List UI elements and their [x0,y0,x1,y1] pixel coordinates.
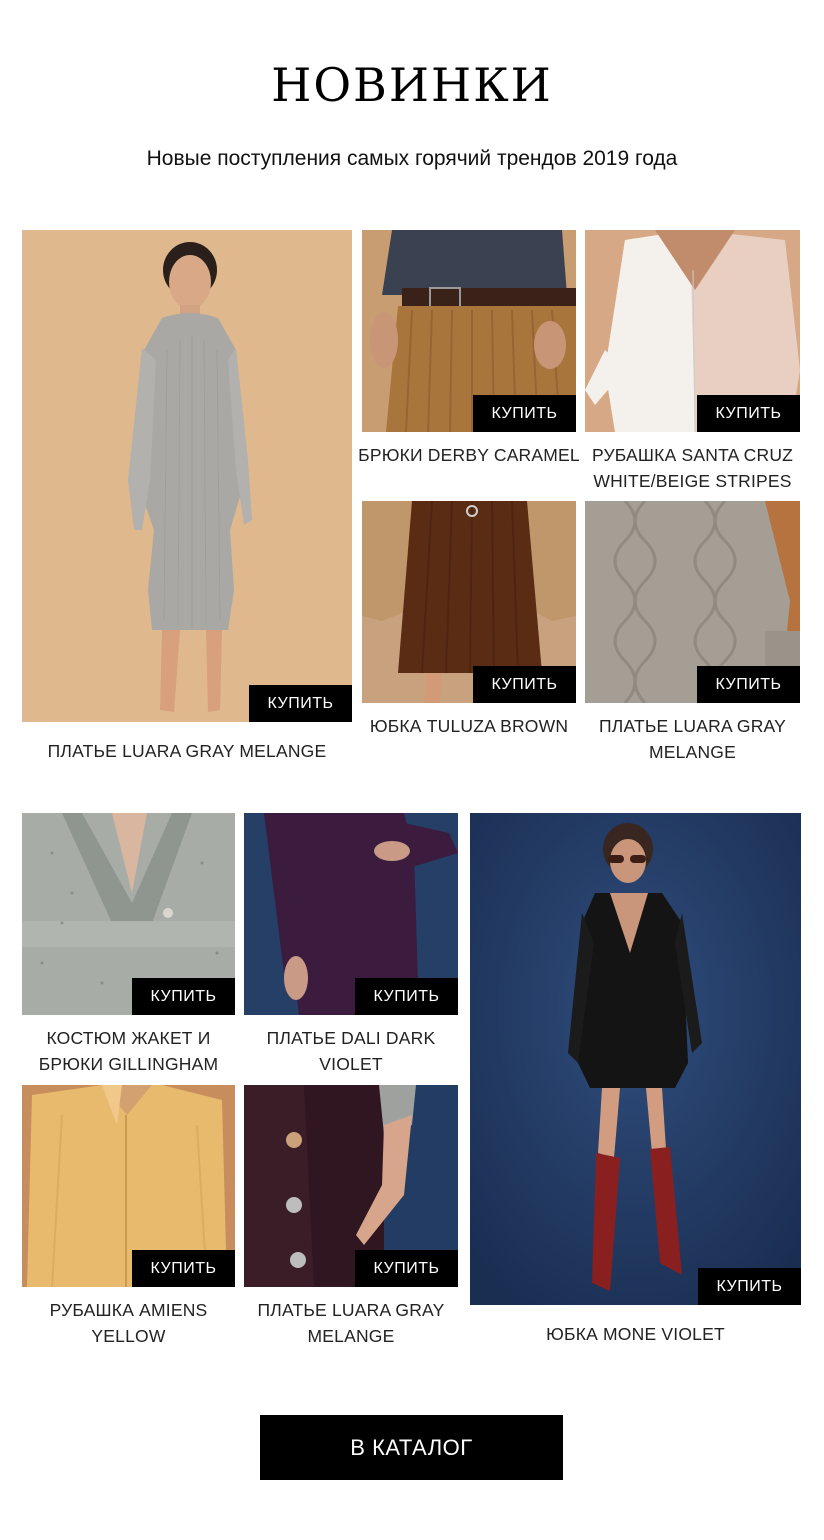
product-card-dark-coat[interactable]: КУПИТЬ [244,1085,458,1287]
product-caption[interactable]: РУБАШКА SANTA CRUZ WHITE/BEIGE STRIPES [585,442,800,494]
product-card-dark-violet-dress[interactable]: КУПИТЬ [244,813,458,1015]
product-caption[interactable]: ПЛАТЬЕ LUARA GRAY MELANGE [244,1297,458,1349]
buy-button[interactable]: КУПИТЬ [697,666,800,703]
section-title: НОВИНКИ [271,58,553,112]
product-card-yellow-shirt[interactable]: КУПИТЬ [22,1085,235,1287]
product-caption[interactable]: КОСТЮМ ЖАКЕТ И БРЮКИ GILLINGHAM [22,1025,235,1077]
product-caption[interactable]: ПЛАТЬЕ LUARA GRAY MELANGE [585,713,800,765]
product-card-gray-dress-large[interactable]: КУПИТЬ [22,230,352,722]
product-caption[interactable]: БРЮКИ DERBY CARAMEL [358,442,580,468]
buy-button[interactable]: КУПИТЬ [355,978,458,1015]
product-card-brown-skirt[interactable]: КУПИТЬ [362,501,576,703]
product-photo[interactable] [22,230,352,722]
product-card-caramel-trousers[interactable]: КУПИТЬ [362,230,576,432]
product-card-white-beige-shirt[interactable]: КУПИТЬ [585,230,800,432]
product-caption[interactable]: ЮБКА TULUZA BROWN [362,713,576,739]
catalog-button[interactable]: В КАТАЛОГ [260,1415,563,1480]
product-caption[interactable]: ЮБКА MONE VIOLET [470,1321,801,1347]
product-photo[interactable] [470,813,801,1305]
product-caption[interactable]: ПЛАТЬЕ DALI DARK VIOLET [244,1025,458,1077]
buy-button[interactable]: КУПИТЬ [697,395,800,432]
buy-button[interactable]: КУПИТЬ [355,1250,458,1287]
product-caption[interactable]: ПЛАТЬЕ LUARA GRAY MELANGE [22,738,352,764]
product-card-black-blazer-large[interactable]: КУПИТЬ [470,813,801,1305]
buy-button[interactable]: КУПИТЬ [132,1250,235,1287]
buy-button[interactable]: КУПИТЬ [473,395,576,432]
product-card-gray-blazer-suit[interactable]: КУПИТЬ [22,813,235,1015]
product-caption[interactable]: РУБАШКА AMIENS YELLOW [22,1297,235,1349]
buy-button[interactable]: КУПИТЬ [473,666,576,703]
buy-button[interactable]: КУПИТЬ [249,685,352,722]
buy-button[interactable]: КУПИТЬ [132,978,235,1015]
section-subtitle: Новые поступления самых горячий трендов … [146,147,678,170]
buy-button[interactable]: КУПИТЬ [698,1268,801,1305]
product-card-gray-knit[interactable]: КУПИТЬ [585,501,800,703]
